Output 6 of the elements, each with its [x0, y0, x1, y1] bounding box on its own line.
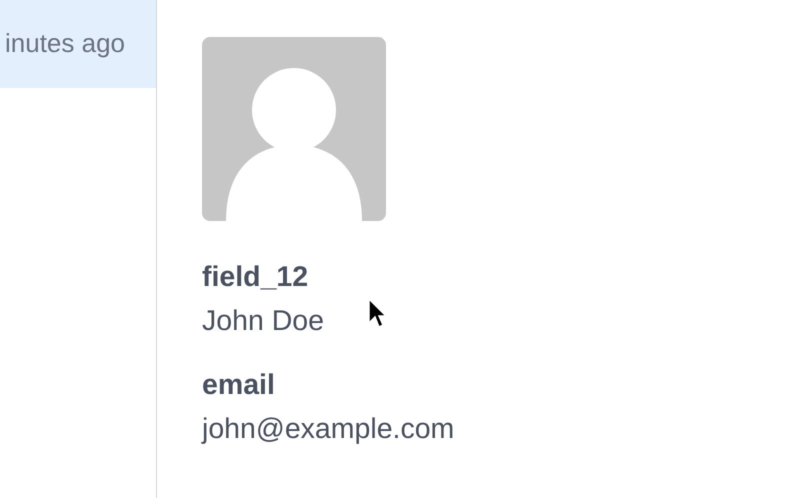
field-value: john@example.com — [202, 412, 454, 447]
field-value: John Doe — [202, 304, 324, 339]
sidebar-item[interactable]: inutes ago — [0, 0, 156, 88]
field-label: email — [202, 368, 275, 403]
avatar-icon — [202, 37, 386, 221]
field-label: field_12 — [202, 260, 308, 295]
